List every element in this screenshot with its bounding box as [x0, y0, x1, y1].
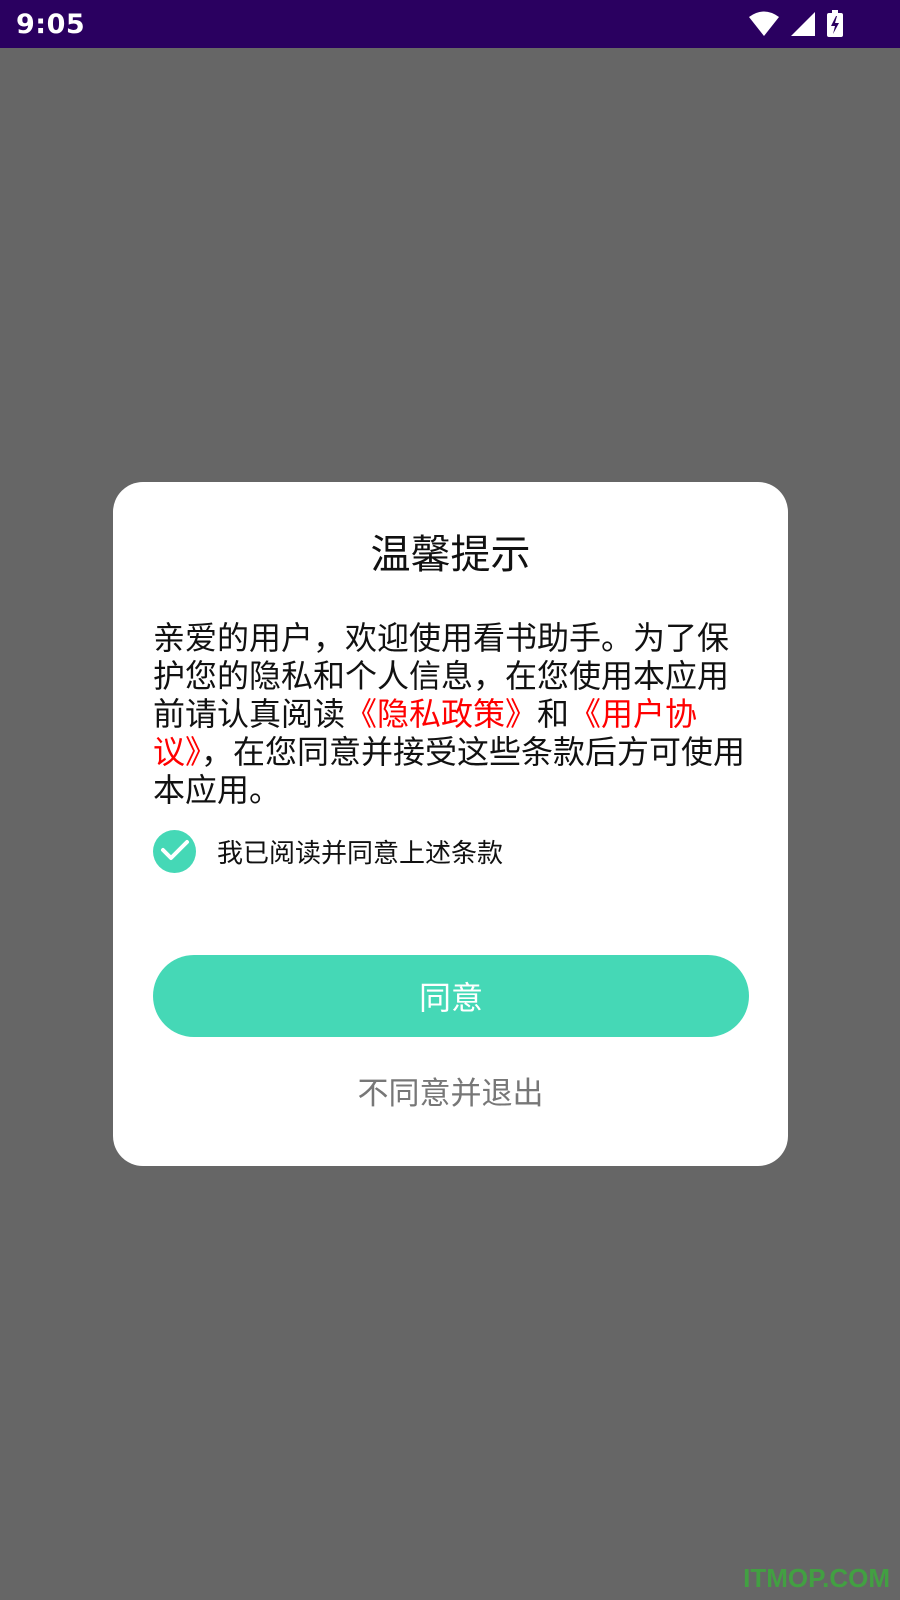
watermark: ITMOP.COM: [743, 1563, 890, 1593]
battery-charging-icon: [826, 10, 844, 38]
agree-button[interactable]: 同意: [153, 955, 749, 1037]
message-text-3: ，在您同意并接受这些条款后方可使用本应用。: [153, 733, 746, 809]
privacy-policy-link[interactable]: 《隐私政策》: [345, 695, 537, 733]
dialog-message: 亲爱的用户，欢迎使用看书助手。为了保护您的隐私和个人信息，在您使用本应用前请认真…: [153, 619, 749, 809]
privacy-dialog: 温馨提示 亲爱的用户，欢迎使用看书助手。为了保护您的隐私和个人信息，在您使用本应…: [113, 482, 788, 1166]
disagree-exit-button[interactable]: 不同意并退出: [113, 1068, 788, 1113]
agree-terms-label[interactable]: 我已阅读并同意上述条款: [217, 833, 503, 870]
wifi-icon: [748, 11, 780, 37]
dialog-title: 温馨提示: [370, 532, 531, 578]
agree-terms-checkbox-row[interactable]: 我已阅读并同意上述条款: [153, 830, 503, 873]
agree-terms-checkbox[interactable]: [153, 830, 196, 873]
status-icons: [748, 10, 844, 38]
message-text-2: 和: [537, 695, 570, 733]
signal-icon: [790, 11, 816, 37]
checkmark-icon: [160, 838, 190, 866]
status-bar: 9:05: [0, 0, 900, 48]
status-time: 9:05: [16, 8, 86, 40]
